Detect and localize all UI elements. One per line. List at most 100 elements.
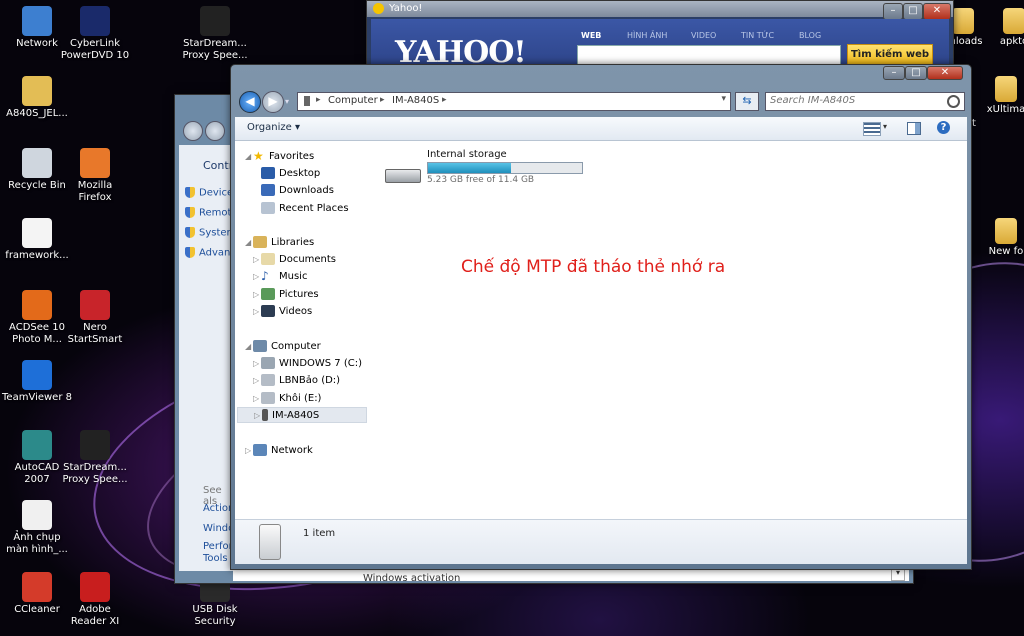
address-separator-icon[interactable]: ▸: [316, 95, 321, 105]
nav-drive-d[interactable]: ▷ LBNBảo (D:): [253, 373, 340, 389]
search-box[interactable]: [765, 92, 965, 111]
desktop-icon[interactable]: StarDream... Proxy Spee...: [180, 6, 250, 62]
address-dropdown-icon[interactable]: ▾: [721, 94, 726, 104]
maximize-button[interactable]: □: [905, 66, 927, 80]
control-panel-link-label: Syster: [199, 227, 231, 239]
desktop-icon[interactable]: Adobe Reader XI: [60, 572, 130, 628]
yahoo-smiley-icon: [373, 3, 384, 14]
nav-computer[interactable]: ◢ Computer: [245, 339, 321, 355]
nav-label: Documents: [279, 254, 337, 265]
control-panel-link[interactable]: Advan: [185, 247, 230, 259]
desktop-icon-new-folder[interactable]: New fo: [984, 218, 1024, 258]
desktop-icon[interactable]: StarDream... Proxy Spee...: [60, 430, 130, 486]
shield-icon: [185, 187, 195, 198]
desktop-icon-label: New fo: [988, 246, 1024, 257]
yahoo-tab[interactable]: HÌNH ẢNH: [627, 31, 667, 40]
nav-drive-e[interactable]: ▷ Khôi (E:): [253, 391, 321, 407]
phone-icon: [259, 524, 281, 560]
computer-icon: [253, 340, 267, 352]
address-bar[interactable]: ▸ Computer ▸ IM-A840S ▸ ▾: [297, 92, 731, 111]
yahoo-titlebar: Yahoo! – □ ✕: [367, 1, 953, 20]
change-view-icon[interactable]: [863, 122, 881, 136]
nav-recent-places[interactable]: Recent Places: [261, 201, 349, 217]
desktop-icon[interactable]: framework...: [2, 218, 72, 262]
yahoo-browser-window[interactable]: Yahoo! – □ ✕ YAHOO! WEB HÌNH ẢNH VIDEO TIN …: [366, 0, 954, 74]
desktop-icon[interactable]: Ảnh chụp màn hình_...: [2, 500, 72, 556]
organize-label: Organize: [247, 122, 292, 133]
forward-button[interactable]: [205, 121, 225, 141]
nav-libraries[interactable]: ◢ Libraries: [245, 235, 314, 251]
desktop-icon-xultima[interactable]: xUltima: [984, 76, 1024, 116]
yahoo-search-input[interactable]: [577, 45, 841, 65]
recent-places-icon: [261, 202, 275, 214]
autocad-icon: [22, 430, 52, 460]
minimize-button[interactable]: –: [883, 3, 903, 20]
organize-button[interactable]: Organize ▾: [247, 122, 300, 133]
nav-videos[interactable]: ▷ Videos: [253, 304, 312, 320]
back-button[interactable]: [183, 121, 203, 141]
shield-icon: [185, 227, 195, 238]
stardream-icon: [200, 6, 230, 36]
libraries-icon: [253, 236, 267, 248]
recent-pages-dropdown[interactable]: ▾: [285, 97, 289, 106]
address-separator-icon[interactable]: ▸: [442, 95, 447, 105]
close-button[interactable]: ✕: [923, 3, 951, 20]
command-bar: Organize ▾ ▾ ?: [235, 117, 967, 141]
nav-drive-c[interactable]: ▷ WINDOWS 7 (C:): [253, 356, 362, 372]
nav-music[interactable]: ▷ ♪ Music: [253, 269, 307, 285]
minimize-button[interactable]: –: [883, 66, 905, 80]
address-part-device[interactable]: IM-A840S: [392, 95, 439, 106]
back-button[interactable]: ◀: [239, 91, 261, 113]
network-icon: [253, 444, 267, 456]
internal-storage-item[interactable]: [383, 161, 423, 187]
desktop-icon-apkto[interactable]: apkto: [994, 8, 1024, 48]
address-part-computer[interactable]: Computer: [328, 95, 378, 106]
explorer-window[interactable]: – □ ✕ ◀ ▶ ▾ ▸ Computer ▸ IM-A840S ▸ ▾ ⇆ …: [230, 64, 972, 570]
view-dropdown-icon[interactable]: ▾: [883, 122, 887, 131]
item-count: 1 item: [303, 528, 336, 539]
yahoo-tab[interactable]: BLOG: [799, 31, 821, 40]
maximize-button[interactable]: □: [903, 3, 923, 20]
nav-label: Libraries: [271, 237, 315, 248]
yahoo-search-button[interactable]: Tìm kiếm web: [847, 44, 933, 66]
nav-label: Computer: [271, 341, 321, 352]
nav-label: Desktop: [279, 168, 321, 179]
search-icon[interactable]: [947, 95, 960, 108]
control-panel-link[interactable]: Device: [185, 187, 233, 199]
phone-icon: [262, 409, 268, 421]
control-panel-link[interactable]: Remot: [185, 207, 231, 219]
nav-favorites[interactable]: ◢ ★ Favorites: [245, 149, 314, 165]
search-input[interactable]: [768, 94, 942, 107]
nav-documents[interactable]: ▷ Documents: [253, 252, 336, 268]
nav-desktop[interactable]: Desktop: [261, 166, 320, 182]
desktop-icon[interactable]: Mozilla Firefox: [60, 148, 130, 204]
forward-button[interactable]: ▶: [262, 91, 284, 113]
yahoo-tab[interactable]: WEB: [581, 31, 601, 40]
desktop-icon[interactable]: A840S_JEL...: [2, 76, 72, 120]
desktop-icon-label: StarDream... Proxy Spee...: [62, 462, 128, 485]
nav-pictures[interactable]: ▷ Pictures: [253, 287, 319, 303]
desktop-icon[interactable]: CyberLink PowerDVD 10: [60, 6, 130, 62]
desktop-icon[interactable]: TeamViewer 8: [2, 360, 72, 404]
preview-pane-icon[interactable]: [907, 122, 921, 135]
storage-name[interactable]: Internal storage: [427, 149, 507, 160]
desktop-icon-label: framework...: [5, 250, 69, 261]
nav-device-selected[interactable]: ▷ IM-A840S: [237, 407, 367, 423]
nav-downloads[interactable]: Downloads: [261, 183, 334, 199]
image-icon: [22, 500, 52, 530]
nav-network[interactable]: ▷ Network: [245, 443, 313, 459]
control-panel-link[interactable]: Syster: [185, 227, 231, 239]
stardream-icon: [80, 430, 110, 460]
performance-tools-link[interactable]: Perfor Tools: [203, 541, 233, 565]
content-pane: Internal storage 5.23 GB free of 11.4 GB…: [369, 141, 967, 519]
nav-label: Recent Places: [279, 203, 349, 214]
yahoo-tab[interactable]: VIDEO: [691, 31, 716, 40]
refresh-button[interactable]: ⇆: [735, 92, 759, 111]
downloads-icon: [261, 184, 275, 196]
desktop-icon[interactable]: Nero StartSmart: [60, 290, 130, 346]
help-icon[interactable]: ?: [937, 121, 950, 134]
close-button[interactable]: ✕: [927, 66, 963, 80]
address-separator-icon[interactable]: ▸: [380, 95, 385, 105]
yahoo-tab[interactable]: TIN TỨC: [741, 31, 774, 40]
desktop-icon-label: TeamViewer 8: [2, 392, 72, 403]
